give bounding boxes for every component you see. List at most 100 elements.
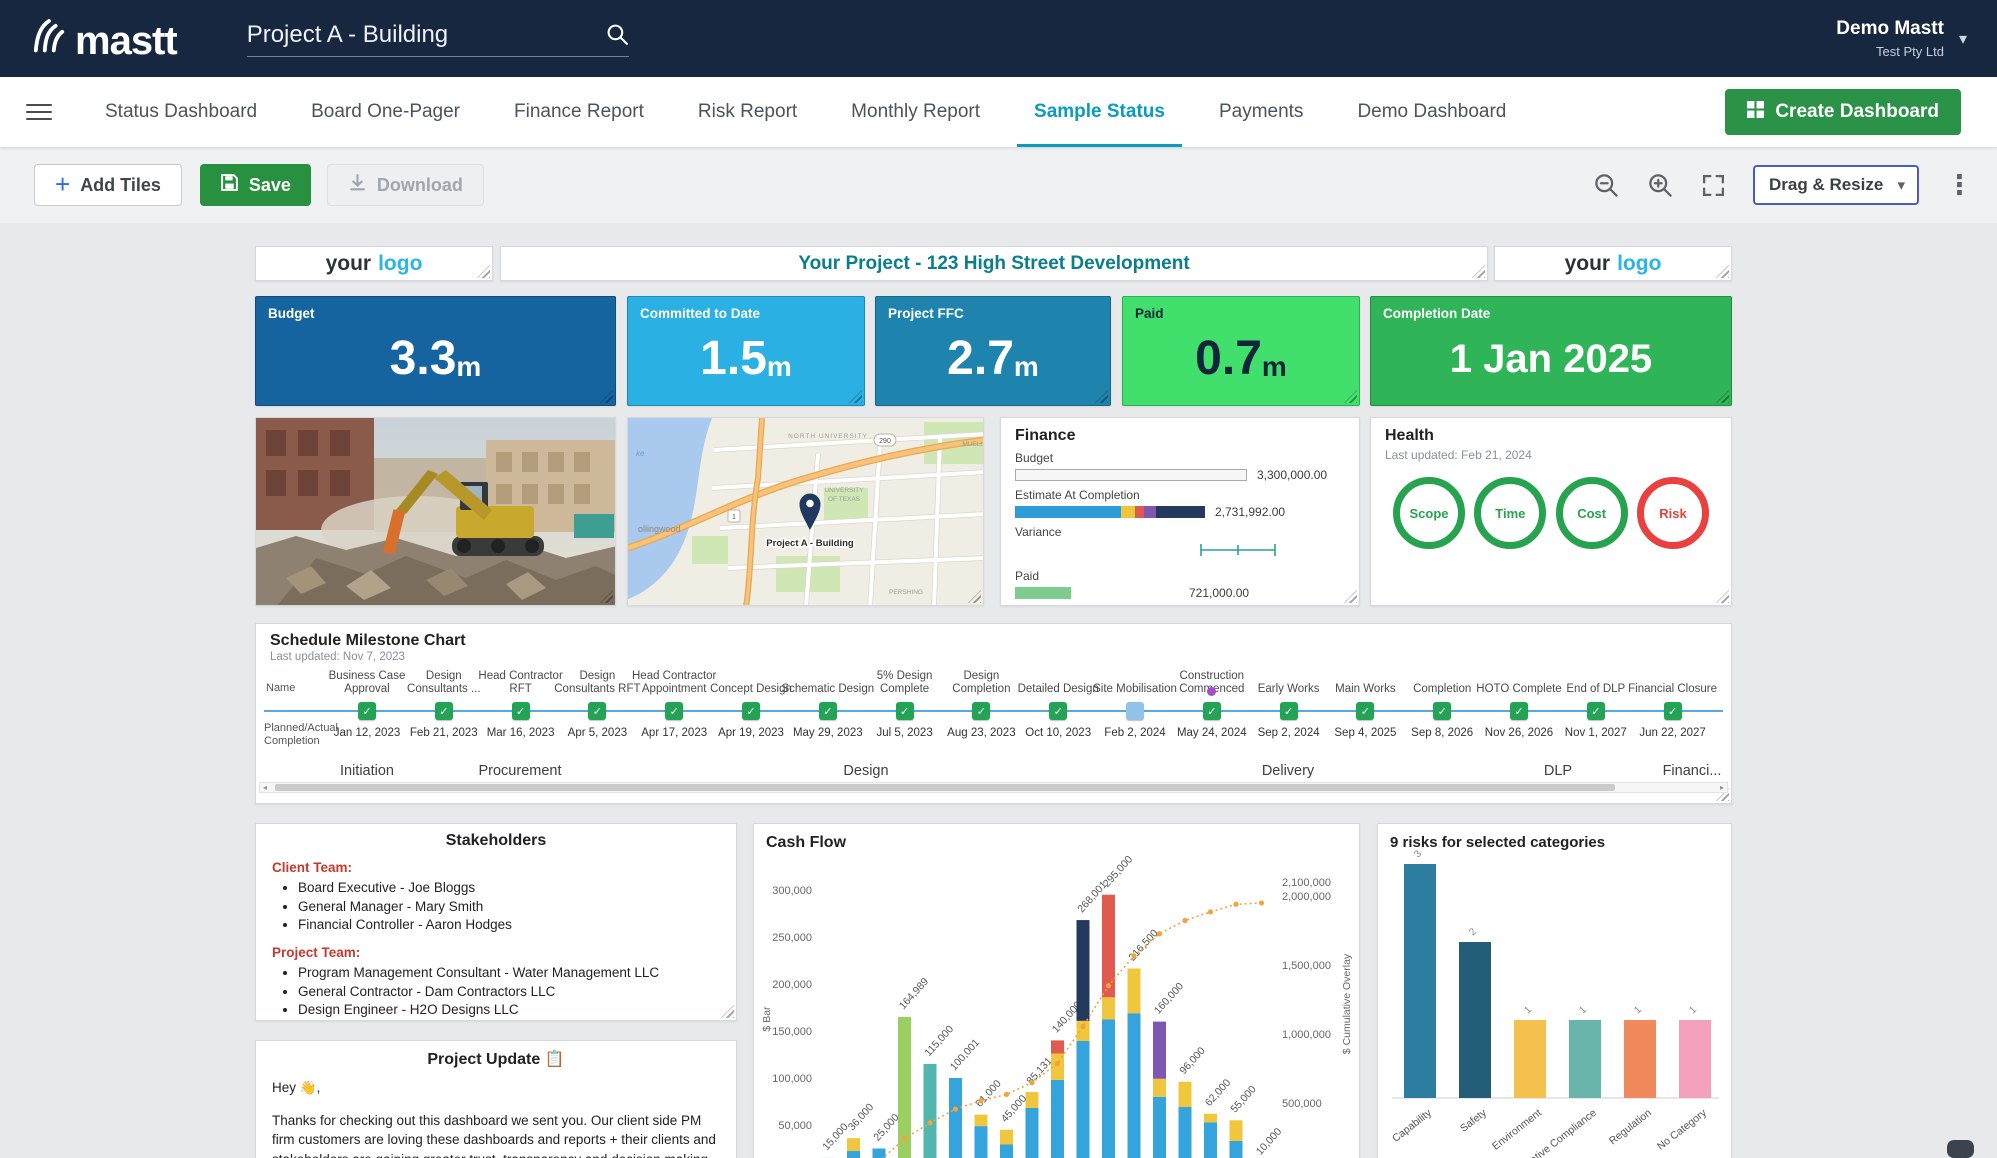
scroll-left-icon[interactable] <box>263 783 267 793</box>
save-button[interactable]: Save <box>200 164 311 206</box>
health-last-updated: Last updated: Feb 21, 2024 <box>1385 448 1717 462</box>
resize-handle[interactable] <box>1716 590 1729 603</box>
scroll-right-icon[interactable] <box>1720 783 1724 793</box>
project-map[interactable]: 290 1 ke NORTH UNIVERSITY MUELL UNIVERSI… <box>628 418 984 606</box>
milestone-marker[interactable] <box>819 702 837 720</box>
svg-text:2,000,000: 2,000,000 <box>1282 891 1331 903</box>
check-icon <box>1284 702 1293 720</box>
zoom-out-icon[interactable] <box>1593 172 1620 199</box>
milestone-marker[interactable] <box>1280 702 1298 720</box>
dashboard-tabs: Status Dashboard Board One-Pager Finance… <box>78 77 1533 147</box>
project-update-tile[interactable]: Project Update 📋 Hey 👋, Thanks for check… <box>255 1040 737 1158</box>
svg-text:115,000: 115,000 <box>922 1023 956 1059</box>
milestone-marker[interactable] <box>1433 702 1451 720</box>
account-menu[interactable]: Demo Mastt Test Pty Ltd <box>1836 18 1967 59</box>
nav-tab[interactable]: Demo Dashboard <box>1330 77 1533 147</box>
kpi-value: 1 Jan 2025 <box>1371 313 1731 405</box>
milestone-marker[interactable] <box>896 702 914 720</box>
resize-handle[interactable] <box>477 265 490 278</box>
client-team-label: Client Team: <box>272 860 720 875</box>
milestone-marker[interactable] <box>1203 702 1221 720</box>
stakeholder-item: General Manager - Mary Smith <box>298 898 720 917</box>
risks-tile[interactable]: 9 risks for selected categories 3Capabil… <box>1377 823 1732 1158</box>
health-indicator[interactable]: Scope <box>1393 477 1465 549</box>
kpi-tile-paid[interactable]: Paid 0.7m <box>1122 296 1360 406</box>
eac-segment <box>1135 506 1145 518</box>
cash-flow-tile[interactable]: Cash Flow 300,000250,000200,000150,00010… <box>753 823 1360 1158</box>
svg-text:2: 2 <box>1467 926 1479 938</box>
map-label-of-texas: OF TEXAS <box>828 496 861 503</box>
stakeholder-item: Design Engineer - H2O Designs LLC <box>298 1001 720 1020</box>
milestone-marker[interactable] <box>1510 702 1528 720</box>
finance-budget-bar <box>1015 469 1247 481</box>
resize-handle[interactable] <box>1344 590 1357 603</box>
nav-tab[interactable]: Payments <box>1192 77 1330 147</box>
finance-tile[interactable]: Finance Budget 3,300,000.00 Estimate At … <box>1000 417 1360 606</box>
fullscreen-icon[interactable] <box>1701 173 1726 198</box>
map-label-pershing: PERSHING <box>889 589 923 596</box>
kpi-value: 3.3m <box>256 313 615 405</box>
schedule-milestone-tile[interactable]: Schedule Milestone Chart Last updated: N… <box>255 623 1732 804</box>
download-button[interactable]: Download <box>327 164 484 206</box>
milestone-marker[interactable] <box>1126 702 1144 720</box>
more-options-icon[interactable] <box>1946 172 1973 199</box>
milestone-marker[interactable] <box>512 702 530 720</box>
kpi-tile-budget[interactable]: Budget 3.3m <box>255 296 616 406</box>
finance-budget-value: 3,300,000.00 <box>1257 468 1327 482</box>
milestone-marker[interactable] <box>1049 702 1067 720</box>
check-icon <box>1514 702 1523 720</box>
milestone-marker[interactable] <box>1587 702 1605 720</box>
kpi-tile-committed[interactable]: Committed to Date 1.5m <box>627 296 865 406</box>
milestone-marker[interactable] <box>1664 702 1682 720</box>
logo-tile-right[interactable]: your logo <box>1494 246 1732 281</box>
resize-handle[interactable] <box>1472 265 1485 278</box>
nav-tab[interactable]: Sample Status <box>1007 77 1192 147</box>
project-title: Your Project - 123 High Street Developme… <box>798 253 1189 275</box>
menu-icon[interactable] <box>26 99 52 125</box>
nav-tab[interactable]: Monthly Report <box>824 77 1007 147</box>
nav-tab[interactable]: Board One-Pager <box>284 77 487 147</box>
nav-tab[interactable]: Risk Report <box>671 77 824 147</box>
milestone-marker[interactable] <box>972 702 990 720</box>
svg-text:100,001: 100,001 <box>948 1037 982 1073</box>
nav-tab[interactable]: Status Dashboard <box>78 77 284 147</box>
add-tiles-button[interactable]: Add Tiles <box>34 164 182 206</box>
milestone-marker[interactable] <box>435 702 453 720</box>
zoom-in-icon[interactable] <box>1647 172 1674 199</box>
project-title-tile[interactable]: Your Project - 123 High Street Developme… <box>500 246 1488 281</box>
svg-text:85,131: 85,131 <box>1024 1055 1055 1087</box>
scrollbar-thumb[interactable] <box>1947 1140 1974 1158</box>
search-icon[interactable] <box>606 23 629 46</box>
create-dashboard-button[interactable]: Create Dashboard <box>1725 89 1961 135</box>
toolbar: Add Tiles Save Download Drag & Resize <box>0 147 1997 223</box>
mode-select[interactable]: Drag & Resize <box>1753 165 1919 205</box>
resize-handle[interactable] <box>1716 265 1729 278</box>
health-indicator[interactable]: Time <box>1474 477 1546 549</box>
check-icon <box>516 702 525 720</box>
check-icon <box>1591 702 1600 720</box>
risks-chart: 3Capability2Safety1Environment1Legislati… <box>1378 824 1732 1158</box>
logo-tile-left[interactable]: your logo <box>255 246 493 281</box>
milestone-marker[interactable] <box>588 702 606 720</box>
map-tile[interactable]: 290 1 ke NORTH UNIVERSITY MUELL UNIVERSI… <box>627 417 984 606</box>
mastt-logo[interactable]: mastt <box>32 18 177 59</box>
milestone-marker[interactable] <box>358 702 376 720</box>
health-indicator[interactable]: Cost <box>1556 477 1628 549</box>
milestone-marker[interactable] <box>1356 702 1374 720</box>
project-search-input[interactable] <box>247 21 606 49</box>
health-indicator[interactable]: Risk <box>1637 477 1709 549</box>
site-photo-tile[interactable] <box>255 417 616 606</box>
health-tile[interactable]: Health Last updated: Feb 21, 2024 Scope … <box>1370 417 1732 606</box>
kpi-value: 2.7m <box>876 313 1110 405</box>
milestone-marker[interactable] <box>665 702 683 720</box>
schedule-scrollbar[interactable] <box>259 782 1728 793</box>
svg-text:300,000: 300,000 <box>772 885 812 897</box>
kpi-tile-ffc[interactable]: Project FFC 2.7m <box>875 296 1111 406</box>
milestone-marker[interactable] <box>742 702 760 720</box>
stakeholders-tile[interactable]: Stakeholders Client Team: Board Executiv… <box>255 823 737 1021</box>
nav-tab[interactable]: Finance Report <box>487 77 671 147</box>
resize-handle[interactable] <box>721 1005 734 1018</box>
variance-whisker <box>1199 542 1277 563</box>
scrollbar-thumb[interactable] <box>275 784 1615 791</box>
kpi-tile-completion-date[interactable]: Completion Date 1 Jan 2025 <box>1370 296 1732 406</box>
